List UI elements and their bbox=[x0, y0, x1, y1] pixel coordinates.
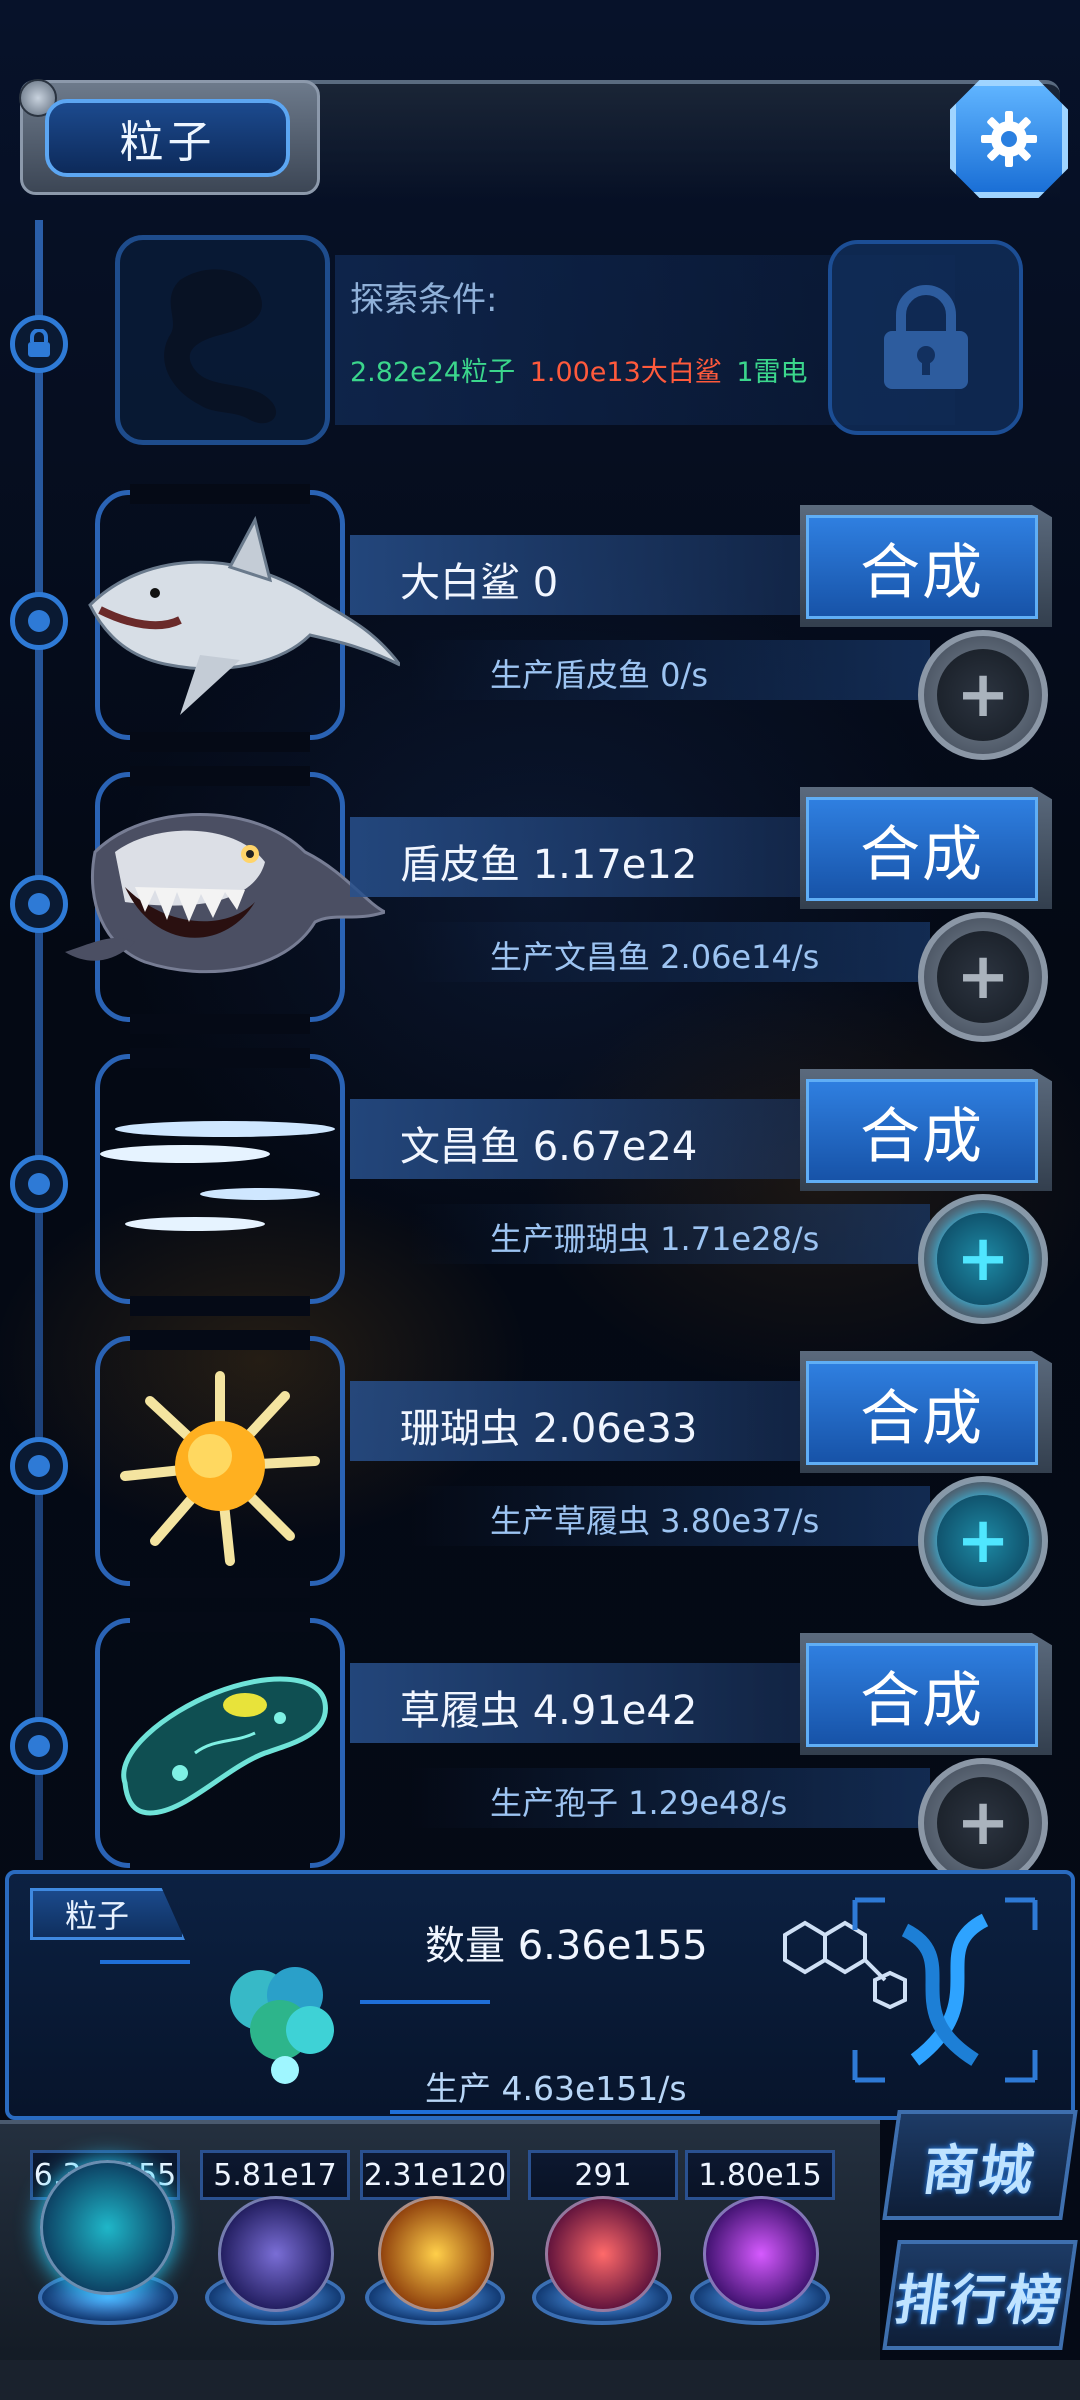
title-plate: 粒子 bbox=[19, 79, 320, 195]
requirement-shark: 1.00e13大白鲨 bbox=[529, 357, 722, 388]
synthesize-button[interactable]: 合成 bbox=[806, 797, 1038, 901]
creature-row-paramecium: 草履虫 4.91e42 生产孢子 1.29e48/s 合成 + bbox=[0, 1612, 1080, 1888]
particle-tab-label: 粒子 bbox=[65, 1897, 130, 1935]
shop-button[interactable]: 商城 bbox=[882, 2110, 1078, 2220]
lock-icon bbox=[28, 329, 50, 357]
synthesize-button[interactable]: 合成 bbox=[806, 1361, 1038, 1465]
ranking-button-label: 排行榜 bbox=[890, 2268, 1068, 2332]
synthesize-label: 合成 bbox=[860, 537, 984, 608]
creature-row-shark: 大白鲨 0 生产盾皮鱼 0/s 合成 + bbox=[0, 484, 1080, 760]
plus-icon: + bbox=[956, 1786, 1010, 1860]
currency-value: 291 bbox=[528, 2150, 678, 2200]
dna-icon bbox=[852, 1897, 1038, 2083]
paramecium-icon bbox=[121, 1676, 328, 1816]
particle-production-rate: 生产 4.63e151/s bbox=[425, 2069, 687, 2108]
dunkleosteus-icon bbox=[65, 813, 385, 974]
synthesize-button[interactable]: 合成 bbox=[806, 1079, 1038, 1183]
synthesize-label: 合成 bbox=[860, 819, 984, 890]
synthesize-label: 合成 bbox=[860, 1383, 984, 1454]
particle-quantity: 数量 6.36e155 bbox=[425, 1923, 708, 1969]
gear-icon bbox=[981, 111, 1037, 167]
page-title: 粒子 bbox=[119, 117, 216, 168]
synthesize-button[interactable]: 合成 bbox=[806, 1643, 1038, 1747]
creature-row-lancelet: 文昌鱼 6.67e24 生产珊瑚虫 1.71e28/s 合成 + bbox=[0, 1048, 1080, 1324]
synthesize-label: 合成 bbox=[860, 1665, 984, 1736]
upgrade-plus-button[interactable]: + bbox=[918, 630, 1048, 760]
particle-cluster-icon bbox=[230, 1967, 334, 2084]
locked-creature-silhouette bbox=[115, 235, 330, 445]
plus-icon: + bbox=[956, 1222, 1010, 1296]
creature-row-coral-polyp: 珊瑚虫 2.06e33 生产草履虫 3.80e37/s 合成 + bbox=[0, 1330, 1080, 1606]
settings-button[interactable] bbox=[950, 80, 1068, 198]
particle-tab: 粒子 bbox=[30, 1888, 185, 1940]
synthesize-button[interactable]: 合成 bbox=[806, 515, 1038, 619]
creature-name-count: 珊瑚虫 2.06e33 bbox=[400, 1406, 698, 1452]
exploration-condition-title: 探索条件: bbox=[350, 280, 498, 320]
creature-name-count: 盾皮鱼 1.17e12 bbox=[400, 842, 698, 888]
unlock-button[interactable] bbox=[828, 240, 1023, 435]
locked-creature-panel: 探索条件: 2.82e24粒子 1.00e13大白鲨 1雷电 bbox=[115, 230, 1035, 445]
upgrade-plus-button[interactable]: + bbox=[918, 912, 1048, 1042]
creature-name-count: 文昌鱼 6.67e24 bbox=[400, 1124, 698, 1170]
fire-orb-icon[interactable] bbox=[378, 2196, 494, 2312]
creature-production-rate: 生产文昌鱼 2.06e14/s bbox=[490, 938, 820, 976]
brain-orb-icon[interactable] bbox=[545, 2196, 661, 2312]
requirement-lightning: 1雷电 bbox=[736, 357, 808, 388]
shop-button-label: 商城 bbox=[918, 2138, 1040, 2202]
requirement-particles: 2.82e24粒子 bbox=[350, 357, 516, 388]
creature-row-dunkleosteus: 盾皮鱼 1.17e12 生产文昌鱼 2.06e14/s 合成 + bbox=[0, 766, 1080, 1042]
lightning-orb-icon[interactable] bbox=[218, 2196, 334, 2312]
upgrade-plus-button[interactable]: + bbox=[918, 1194, 1048, 1324]
creature-name-count: 大白鲨 0 bbox=[400, 560, 559, 606]
rail-lock-node bbox=[10, 315, 68, 373]
plus-icon: + bbox=[956, 940, 1010, 1014]
plus-icon: + bbox=[956, 1504, 1010, 1578]
bottom-strip bbox=[0, 2360, 1080, 2400]
creature-production-rate: 生产孢子 1.29e48/s bbox=[490, 1784, 788, 1822]
lock-icon bbox=[883, 284, 968, 389]
exploration-requirements: 2.82e24粒子 1.00e13大白鲨 1雷电 bbox=[350, 350, 808, 389]
currency-value: 5.81e17 bbox=[200, 2150, 350, 2200]
creature-production-rate: 生产草履虫 3.80e37/s bbox=[490, 1502, 820, 1540]
creature-name-count: 草履虫 4.91e42 bbox=[400, 1688, 698, 1734]
plus-icon: + bbox=[956, 658, 1010, 732]
vortex-orb-icon[interactable] bbox=[703, 2196, 819, 2312]
particle-orb-icon[interactable] bbox=[40, 2160, 175, 2295]
creature-production-rate: 生产珊瑚虫 1.71e28/s bbox=[490, 1220, 820, 1258]
salamander-silhouette-icon bbox=[164, 269, 277, 424]
upgrade-plus-button[interactable]: + bbox=[918, 1758, 1048, 1888]
synthesize-label: 合成 bbox=[860, 1101, 984, 1172]
currency-value: 2.31e120 bbox=[360, 2150, 510, 2200]
coral-polyp-icon bbox=[120, 1371, 320, 1566]
side-rail bbox=[35, 220, 43, 1860]
ranking-button[interactable]: 排行榜 bbox=[882, 2240, 1078, 2350]
currency-value: 1.80e15 bbox=[685, 2150, 835, 2200]
lancelet-icon bbox=[100, 1121, 335, 1231]
upgrade-plus-button[interactable]: + bbox=[918, 1476, 1048, 1606]
creature-production-rate: 生产盾皮鱼 0/s bbox=[490, 656, 708, 694]
